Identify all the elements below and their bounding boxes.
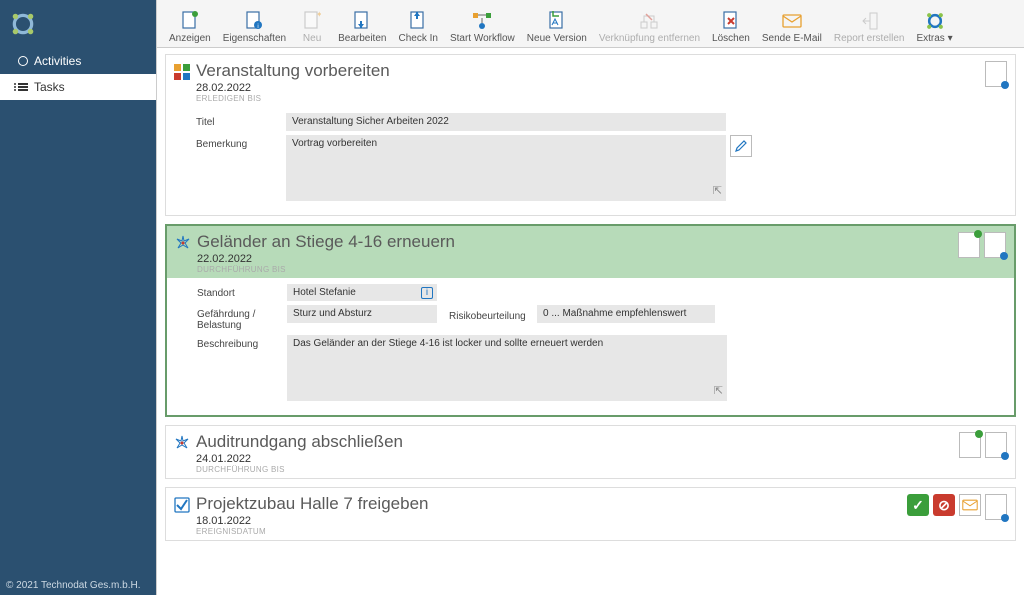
field-location[interactable]: Hotel Stefanie i [287, 284, 437, 301]
mail-icon [962, 499, 978, 511]
mail-action[interactable] [959, 494, 981, 516]
task-title: Veranstaltung vorbereiten [196, 61, 985, 81]
toolbar-show[interactable]: Anzeigen [163, 8, 217, 47]
properties-icon: i [244, 11, 264, 31]
svg-text:i: i [258, 24, 259, 30]
task-type-star-icon [174, 435, 190, 451]
toolbar-extras[interactable]: Extras ▾ [910, 8, 958, 47]
task-date-label: DURCHFÜHRUNG BIS [196, 465, 959, 474]
reject-button[interactable]: ⊘ [933, 494, 955, 516]
toolbar-unlink: Verknüpfung entfernen [593, 8, 706, 47]
popout-icon[interactable]: ⇱ [714, 384, 723, 397]
report-icon [859, 11, 879, 31]
version-icon [547, 11, 567, 31]
field-desc[interactable]: Das Geländer an der Stiege 4-16 ist lock… [287, 335, 727, 401]
pencil-icon [735, 140, 747, 152]
toolbar-startworkflow[interactable]: Start Workflow [444, 8, 521, 47]
info-action[interactable] [985, 432, 1007, 458]
task-type-icon [174, 64, 190, 80]
status-action[interactable] [958, 232, 980, 258]
label-hazard: Gefährdung / Belastung [197, 305, 287, 331]
unlink-icon [639, 11, 659, 31]
sidebar: Activities Tasks © 2021 Technodat Ges.m.… [0, 0, 156, 595]
toolbar: Anzeigen i Eigenschaften ✦ Neu Bearbeite… [157, 0, 1024, 48]
toolbar-new: ✦ Neu [292, 8, 332, 47]
popout-icon[interactable]: ⇱ [713, 184, 722, 197]
workflow-icon [472, 11, 492, 31]
toolbar-edit[interactable]: Bearbeiten [332, 8, 392, 47]
info-action[interactable] [985, 494, 1007, 520]
task-type-star-icon [175, 235, 191, 251]
status-icon [975, 430, 983, 438]
task-card[interactable]: Auditrundgang abschließen 24.01.2022 DUR… [165, 425, 1016, 479]
approve-button[interactable]: ✓ [907, 494, 929, 516]
field-title[interactable]: Veranstaltung Sicher Arbeiten 2022 [286, 113, 726, 131]
task-list: Veranstaltung vorbereiten 28.02.2022 ERL… [157, 48, 1024, 595]
task-date-label: EREIGNISDATUM [196, 527, 907, 536]
list-icon [18, 83, 28, 91]
edit-remark-button[interactable] [730, 135, 752, 157]
info-action[interactable] [984, 232, 1006, 258]
lookup-icon[interactable]: i [421, 287, 433, 299]
info-icon [1000, 252, 1008, 260]
task-type-check-icon [174, 497, 190, 513]
toolbar-sendemail[interactable]: Sende E-Mail [756, 8, 828, 47]
nav-tasks[interactable]: Tasks [0, 74, 156, 100]
label-risk: Risikobeurteilung [437, 307, 537, 322]
info-icon [1001, 514, 1009, 522]
extras-icon [925, 11, 945, 31]
task-card-selected[interactable]: Geländer an Stiege 4-16 erneuern 22.02.2… [165, 224, 1016, 417]
nav-label: Tasks [34, 80, 65, 94]
field-risk[interactable]: 0 ... Maßnahme empfehlenswert [537, 305, 715, 323]
main-area: Anzeigen i Eigenschaften ✦ Neu Bearbeite… [156, 0, 1024, 595]
task-date: 22.02.2022 [197, 253, 958, 265]
toolbar-properties[interactable]: i Eigenschaften [217, 8, 292, 47]
nav-label: Activities [34, 54, 81, 68]
check-icon: ✓ [912, 497, 924, 514]
task-card[interactable]: Veranstaltung vorbereiten 28.02.2022 ERL… [165, 54, 1016, 216]
document-icon [180, 11, 200, 31]
logo-icon [10, 11, 36, 37]
field-remark[interactable]: Vortrag vorbereiten ⇱ [286, 135, 726, 201]
status-action[interactable] [959, 432, 981, 458]
info-action[interactable] [985, 61, 1007, 87]
task-date: 18.01.2022 [196, 515, 907, 527]
task-date: 28.02.2022 [196, 82, 985, 94]
label-title: Titel [196, 113, 286, 128]
email-icon [782, 11, 802, 31]
toolbar-checkin[interactable]: Check In [392, 8, 443, 47]
task-date-label: DURCHFÜHRUNG BIS [197, 265, 958, 274]
task-title: Geländer an Stiege 4-16 erneuern [197, 232, 958, 252]
task-date: 24.01.2022 [196, 453, 959, 465]
info-icon [1001, 81, 1009, 89]
nav-activities[interactable]: Activities [0, 48, 156, 74]
cancel-icon: ⊘ [938, 497, 950, 514]
field-hazard[interactable]: Sturz und Absturz [287, 305, 437, 323]
footer-text: © 2021 Technodat Ges.m.b.H. [6, 580, 140, 591]
toolbar-newversion[interactable]: Neue Version [521, 8, 593, 47]
edit-icon [352, 11, 372, 31]
label-desc: Beschreibung [197, 335, 287, 350]
task-date-label: ERLEDIGEN BIS [196, 94, 985, 103]
task-title: Auditrundgang abschließen [196, 432, 959, 452]
circle-icon [18, 56, 28, 66]
label-location: Standort [197, 284, 287, 299]
toolbar-report: Report erstellen [828, 8, 911, 47]
status-icon [974, 230, 982, 238]
task-card[interactable]: Projektzubau Halle 7 freigeben 18.01.202… [165, 487, 1016, 541]
toolbar-delete[interactable]: Löschen [706, 8, 756, 47]
new-icon: ✦ [302, 11, 322, 31]
task-title: Projektzubau Halle 7 freigeben [196, 494, 907, 514]
info-icon [1001, 452, 1009, 460]
label-remark: Bemerkung [196, 135, 286, 150]
checkin-icon [408, 11, 428, 31]
app-logo [0, 0, 156, 48]
svg-text:✦: ✦ [316, 11, 321, 19]
delete-icon [721, 11, 741, 31]
